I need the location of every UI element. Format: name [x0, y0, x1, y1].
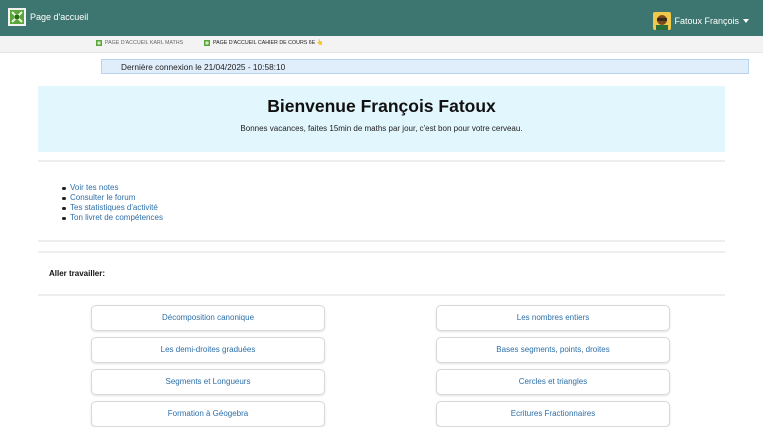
quick-links-list: Voir tes notes Consulter le forum Tes st…	[62, 183, 163, 223]
welcome-subtitle: Bonnes vacances, faites 15min de maths p…	[240, 124, 523, 133]
home-label: Page d'accueil	[30, 12, 89, 22]
top-navbar: Page d'accueil Fatoux François	[0, 0, 763, 36]
breadcrumb: PAGE D'ACCUEIL KARL MATHS PAGE D'ACCUEIL…	[0, 36, 763, 53]
work-label: Aller travailler:	[49, 269, 106, 278]
course-button[interactable]: Les nombres entiers	[436, 305, 670, 331]
breadcrumb-logo-icon	[204, 40, 210, 46]
breadcrumb-label: PAGE D'ACCUEIL CAHIER DE COURS 6E 👆	[213, 40, 324, 46]
course-button[interactable]: Segments et Longueurs	[91, 369, 325, 395]
link-notes[interactable]: Voir tes notes	[62, 183, 163, 193]
user-avatar-icon	[653, 12, 672, 30]
course-button[interactable]: Bases segments, points, droites	[436, 337, 670, 363]
home-link[interactable]: Page d'accueil	[8, 7, 88, 27]
breadcrumb-label: PAGE D'ACCUEIL KARL MATHS	[105, 40, 184, 46]
app-logo-icon	[8, 8, 26, 26]
last-login-alert: Dernière connexion le 21/04/2025 - 10:58…	[101, 59, 749, 74]
breadcrumb-logo-icon	[96, 40, 102, 46]
user-menu[interactable]: Fatoux François	[653, 11, 749, 31]
link-skills-booklet[interactable]: Ton livret de compétences	[62, 213, 163, 223]
page-title: Bienvenue François Fatoux	[267, 96, 496, 116]
user-name: Fatoux François	[674, 16, 739, 26]
breadcrumb-item-karl-maths[interactable]: PAGE D'ACCUEIL KARL MATHS	[96, 40, 183, 46]
welcome-banner: Bienvenue François Fatoux Bonnes vacance…	[38, 86, 725, 152]
link-statistics[interactable]: Tes statistiques d'activité	[62, 203, 163, 213]
caret-down-icon	[743, 19, 749, 23]
link-forum[interactable]: Consulter le forum	[62, 193, 163, 203]
breadcrumb-item-cahier-de-cours[interactable]: PAGE D'ACCUEIL CAHIER DE COURS 6E 👆	[204, 40, 323, 46]
quick-links-panel: Voir tes notes Consulter le forum Tes st…	[38, 160, 725, 242]
course-button[interactable]: Ecritures Fractionnaires	[436, 401, 670, 427]
course-button[interactable]: Décomposition canonique	[91, 305, 325, 331]
work-panel: Aller travailler:	[38, 251, 725, 296]
course-button[interactable]: Cercles et triangles	[436, 369, 670, 395]
course-button[interactable]: Les demi-droites graduées	[91, 337, 325, 363]
course-button[interactable]: Formation à Géogebra	[91, 401, 325, 427]
